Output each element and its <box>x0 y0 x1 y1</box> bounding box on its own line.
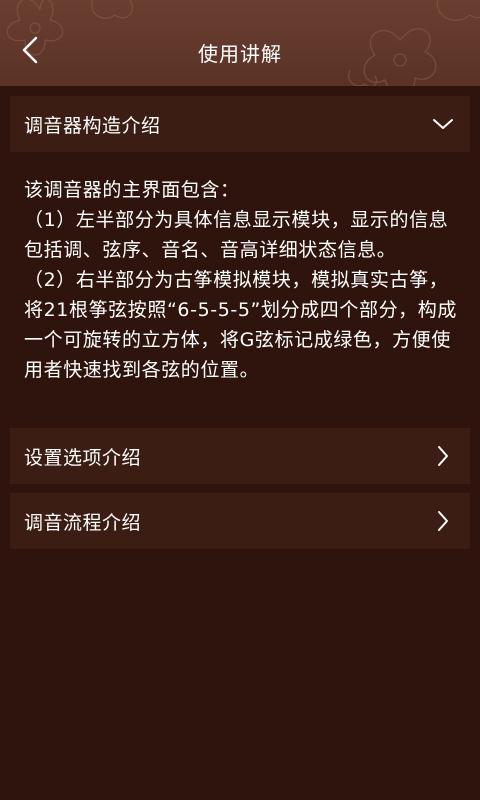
section-label: 调音流程介绍 <box>24 511 142 534</box>
header-bar: 使用讲解 <box>0 0 480 86</box>
section-tuner-structure[interactable]: 调音器构造介绍 <box>10 96 470 152</box>
app-screen: 使用讲解 调音器构造介绍 该调音器的主界面包含： （1）左半部分为具体信息显示模… <box>0 0 480 800</box>
content-intro: 该调音器的主界面包含： <box>24 179 240 201</box>
section-settings-options[interactable]: 设置选项介绍 <box>10 428 470 484</box>
chevron-right-icon <box>428 506 458 536</box>
chevron-right-icon <box>428 441 458 471</box>
section-tuning-process[interactable]: 调音流程介绍 <box>10 493 470 549</box>
section-label: 设置选项介绍 <box>24 446 142 469</box>
section-label: 调音器构造介绍 <box>24 114 161 137</box>
page-title: 使用讲解 <box>198 42 282 66</box>
content-item-2: （2）右半部分为古筝模拟模块，模拟真实古筝，将21根筝弦按照“6-5-5-5”划… <box>24 269 457 381</box>
content-item-1: （1）左半部分为具体信息显示模块，显示的信息包括调、弦序、音名、音高详细状态信息… <box>24 209 449 261</box>
chevron-down-icon <box>428 109 458 139</box>
section-content: 该调音器的主界面包含： （1）左半部分为具体信息显示模块，显示的信息包括调、弦序… <box>24 175 458 385</box>
